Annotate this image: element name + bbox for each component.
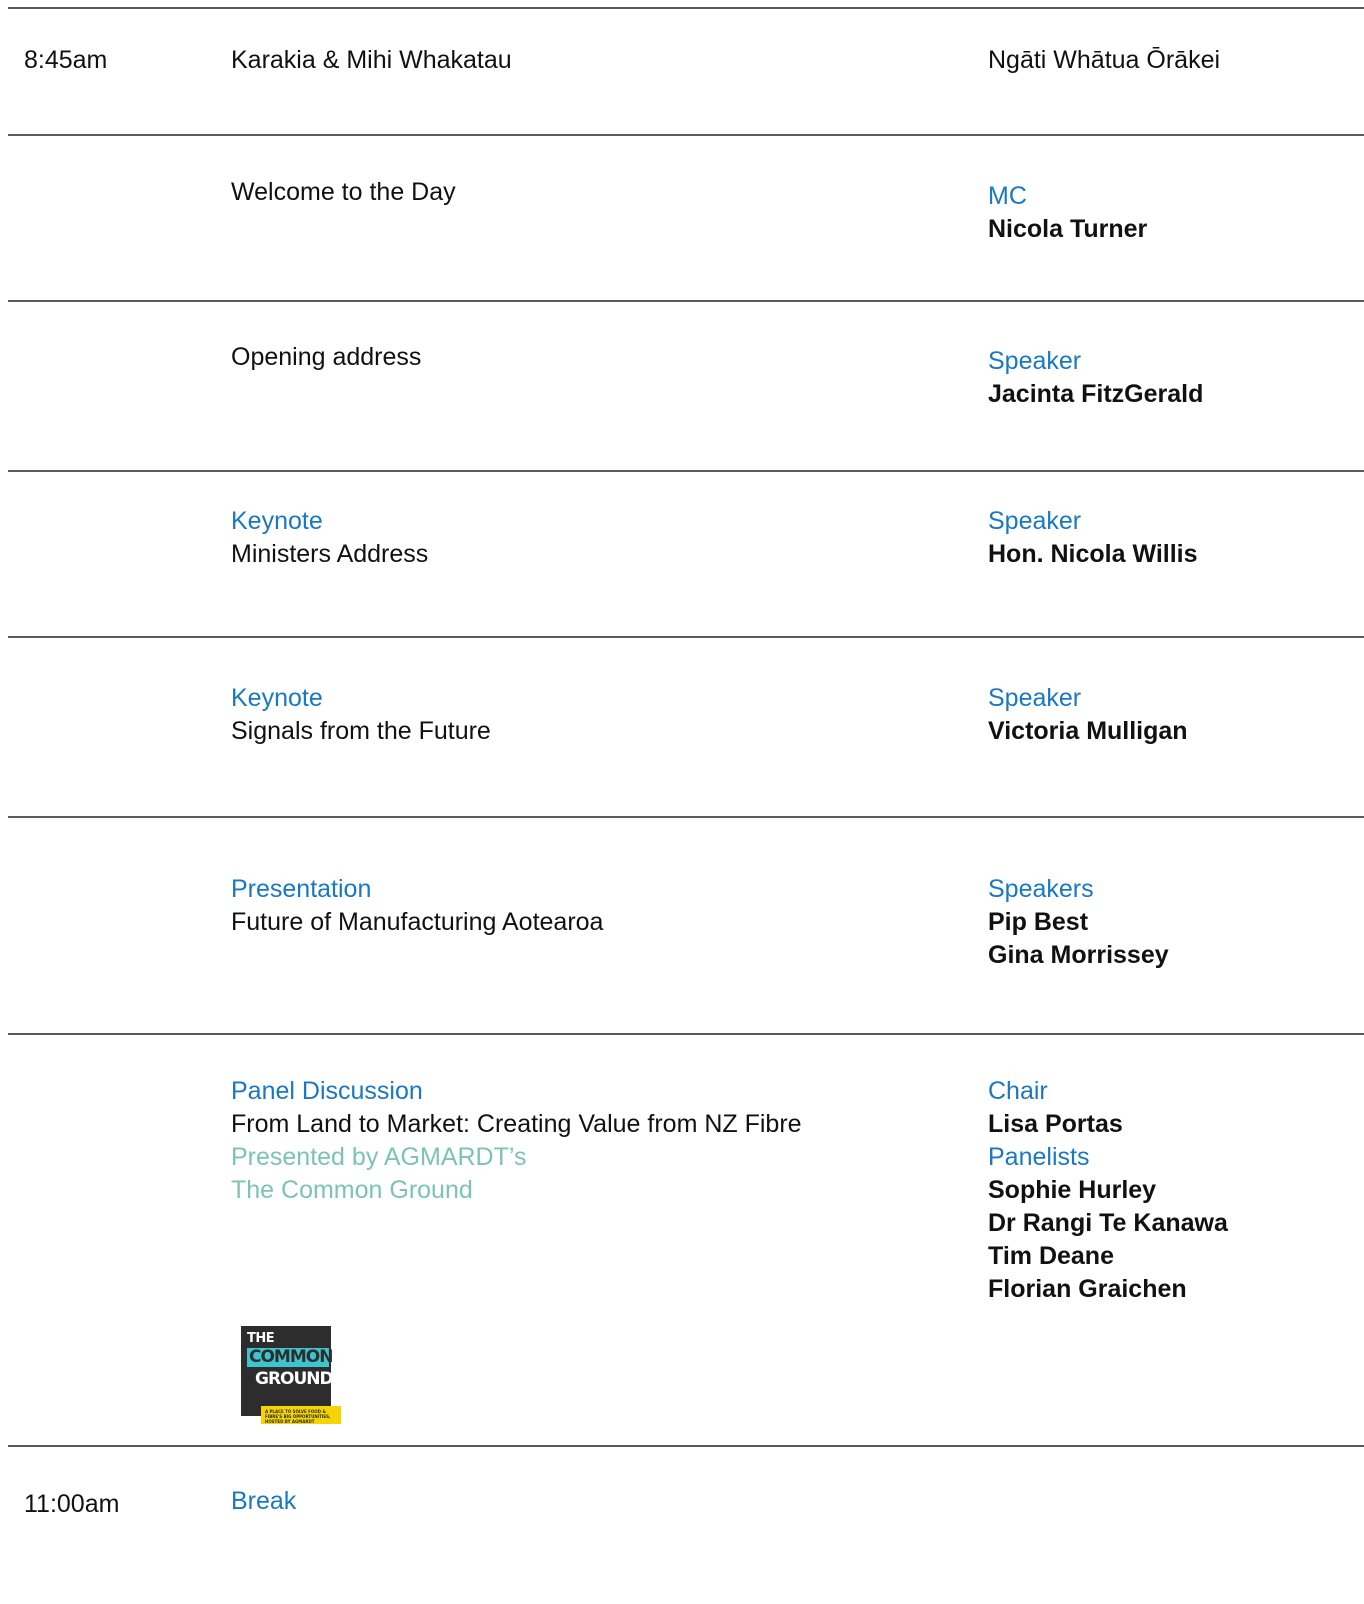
role-label: Speaker <box>988 347 1082 375</box>
session-title: Ministers Address <box>231 540 429 568</box>
person-name: Tim Deane <box>988 1242 1114 1270</box>
session-type: Break <box>231 1487 297 1515</box>
logo-tagline: A PLACE TO SOLVE FOOD & FIBRE'S BIG OPPO… <box>261 1406 341 1424</box>
session-title: Opening address <box>231 343 422 371</box>
session-type: Keynote <box>231 507 323 535</box>
divider <box>8 1033 1364 1035</box>
divider <box>8 300 1364 302</box>
person-name: Victoria Mulligan <box>988 717 1188 745</box>
session-people: Chair Lisa Portas Panelists Sophie Hurle… <box>988 1075 1228 1306</box>
session-info: Keynote Ministers Address <box>231 505 428 571</box>
divider <box>8 636 1364 638</box>
session-people: Speaker Victoria Mulligan <box>988 682 1188 748</box>
role-label: MC <box>988 182 1027 210</box>
role-label: Speaker <box>988 684 1082 712</box>
session-type: Keynote <box>231 684 323 712</box>
session-title: Welcome to the Day <box>231 178 456 206</box>
person-name: Nicola Turner <box>988 215 1148 243</box>
session-people: MC Nicola Turner <box>988 180 1147 246</box>
session-people: Speaker Jacinta FitzGerald <box>988 345 1203 411</box>
presented-by-line: Presented by AGMARDT’s <box>231 1143 527 1171</box>
presented-by-line: The Common Ground <box>231 1176 473 1204</box>
person-name: Florian Graichen <box>988 1275 1187 1303</box>
divider <box>8 134 1364 136</box>
logo-text-the: THE <box>247 1331 275 1346</box>
session-time: 8:45am <box>24 46 108 74</box>
person-name: Pip Best <box>988 908 1089 936</box>
person-name: Lisa Portas <box>988 1110 1123 1138</box>
role-label: Speaker <box>988 507 1082 535</box>
person-name: Jacinta FitzGerald <box>988 380 1204 408</box>
session-title: Signals from the Future <box>231 717 491 745</box>
person-name: Gina Morrissey <box>988 941 1169 969</box>
session-people: Speaker Hon. Nicola Willis <box>988 505 1198 571</box>
session-type: Presentation <box>231 875 372 903</box>
session-info: Keynote Signals from the Future <box>231 682 491 748</box>
divider <box>8 470 1364 472</box>
person-name: Dr Rangi Te Kanawa <box>988 1209 1228 1237</box>
logo-text-common: COMMON <box>247 1347 333 1367</box>
person-name: Sophie Hurley <box>988 1176 1157 1204</box>
session-time: 11:00am <box>24 1490 120 1518</box>
session-type: Panel Discussion <box>231 1077 423 1105</box>
session-info: Panel Discussion From Land to Market: Cr… <box>231 1075 802 1207</box>
divider <box>8 7 1364 9</box>
divider <box>8 816 1364 818</box>
session-people: Speakers Pip Best Gina Morrissey <box>988 873 1169 972</box>
divider <box>8 1445 1364 1447</box>
role-label: Chair <box>988 1077 1048 1105</box>
person-name: Hon. Nicola Willis <box>988 540 1198 568</box>
session-title: Future of Manufacturing Aotearoa <box>231 908 604 936</box>
logo-text-ground: GROUND <box>255 1369 334 1389</box>
common-ground-logo: THE COMMON GROUND A PLACE TO SOLVE FOOD … <box>241 1326 341 1428</box>
session-host: Ngāti Whātua Ōrākei <box>988 46 1221 74</box>
session-title: Karakia & Mihi Whakatau <box>231 46 512 74</box>
role-label: Speakers <box>988 875 1094 903</box>
role-label: Panelists <box>988 1143 1090 1171</box>
session-info: Presentation Future of Manufacturing Aot… <box>231 873 603 939</box>
session-title: From Land to Market: Creating Value from… <box>231 1110 802 1138</box>
session-info: Break <box>231 1485 296 1518</box>
